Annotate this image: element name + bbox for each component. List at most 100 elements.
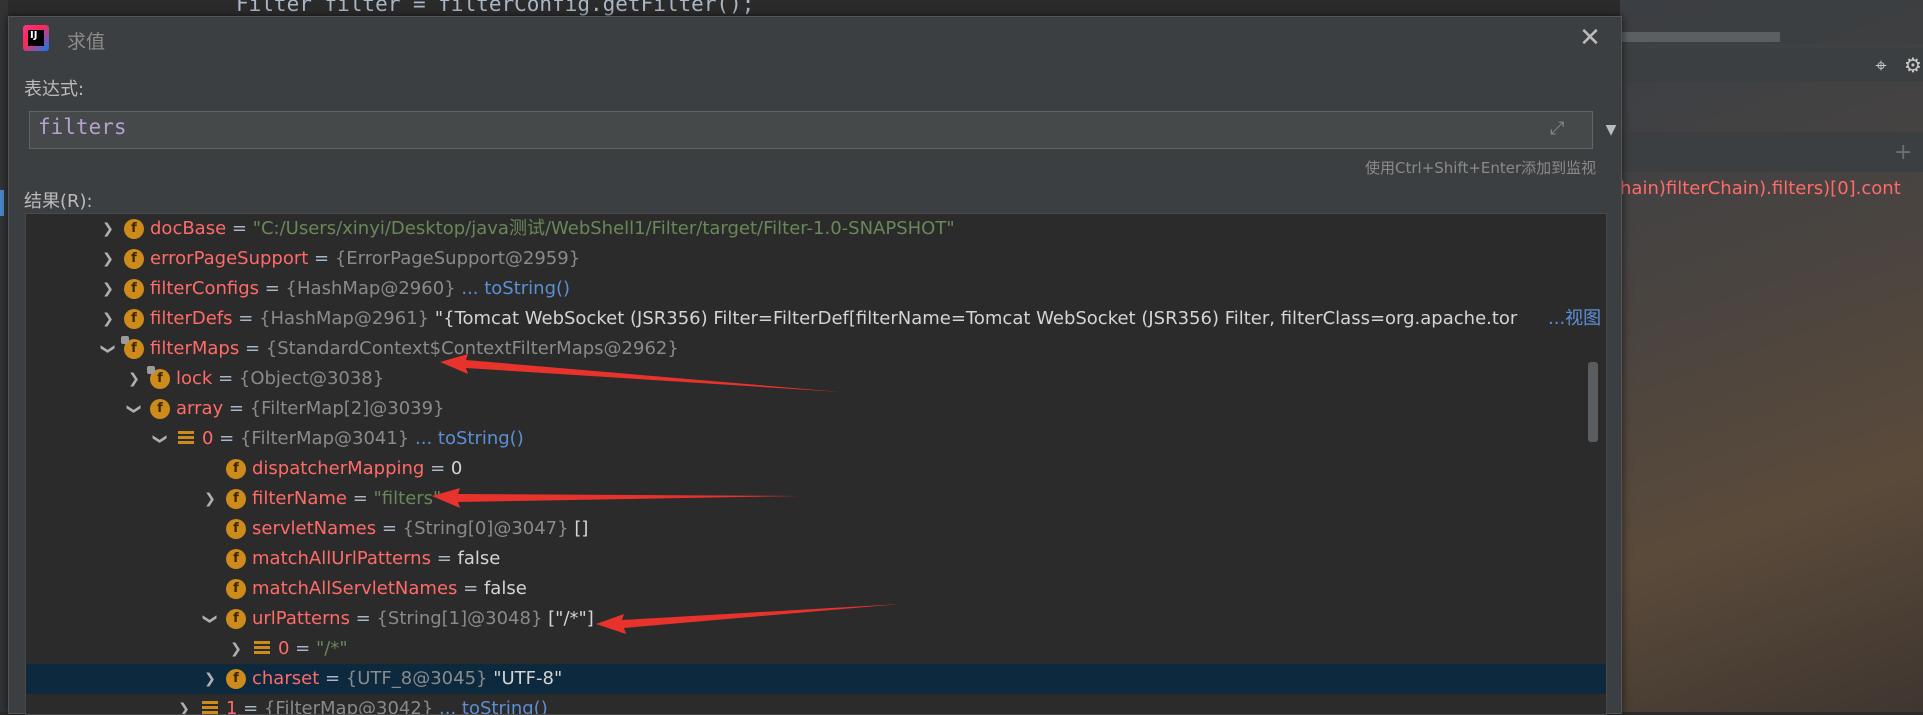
array-element-icon: [202, 701, 218, 714]
expand-icon[interactable]: ⤢: [1550, 118, 1564, 139]
expression-label: 表达式:: [24, 79, 85, 100]
field-icon: f: [226, 459, 246, 479]
tostring-link[interactable]: ... toString(): [415, 428, 524, 449]
add-watch-icon[interactable]: +: [1894, 140, 1912, 165]
field-name: 0: [202, 428, 214, 449]
ide-horizontal-scrollbar[interactable]: [1620, 32, 1780, 42]
tree-row[interactable]: ❯ f array = {FilterMap[2]@3039}: [26, 394, 1606, 424]
crosshair-icon[interactable]: ⌖: [1870, 54, 1892, 76]
field-name: docBase: [150, 218, 227, 239]
equals-sign: =: [223, 398, 250, 419]
collapse-arrow-icon[interactable]: ❯: [145, 431, 175, 447]
field-type: {StandardContext$ContextFilterMaps@2962}: [265, 338, 679, 359]
field-name: filterName: [252, 488, 347, 509]
tree-row[interactable]: f matchAllServletNames = false: [26, 574, 1606, 604]
array-element-icon: [178, 431, 194, 447]
field-type: {HashMap@2960}: [285, 278, 456, 299]
field-value: "{Tomcat WebSocket (JSR356) Filter=Filte…: [429, 308, 1518, 329]
equals-sign: =: [232, 308, 260, 329]
field-name: dispatcherMapping: [252, 458, 425, 479]
tree-row[interactable]: ❯ 0 = {FilterMap@3041} ... toString(): [26, 424, 1606, 454]
expand-arrow-icon[interactable]: ❯: [100, 244, 116, 274]
field-name: 1: [226, 698, 238, 715]
close-icon[interactable]: ✕: [1575, 23, 1605, 53]
watch-expression[interactable]: hain)filterChain).filters)[0].cont: [1620, 178, 1923, 199]
array-element-icon: [254, 641, 270, 657]
dialog-title: 求值: [67, 31, 106, 53]
gear-icon[interactable]: ⚙: [1902, 54, 1923, 76]
field-icon: f: [147, 366, 170, 389]
field-icon: f: [226, 579, 246, 599]
collapse-arrow-icon[interactable]: ❯: [119, 401, 149, 417]
tree-row[interactable]: ❯ f filterMaps = {StandardContext$Contex…: [26, 334, 1606, 364]
result-tree[interactable]: ❯ f docBase = "C:/Users/xinyi/Desktop/ja…: [25, 213, 1607, 715]
field-value: "/*": [315, 638, 348, 659]
expand-arrow-icon[interactable]: ❯: [100, 274, 116, 304]
field-name: 0: [278, 638, 290, 659]
equals-sign: =: [349, 608, 377, 629]
field-type: {ErrorPageSupport@2959}: [334, 248, 581, 269]
field-icon: f: [124, 249, 144, 269]
tree-row[interactable]: ❯ f errorPageSupport = {ErrorPageSupport…: [26, 244, 1606, 274]
code-text: Filter filter = filterConfig.getFilter()…: [236, 0, 755, 16]
tree-row[interactable]: f dispatcherMapping = 0: [26, 454, 1606, 484]
watch-panel-header: [1620, 132, 1923, 172]
ide-code-line: Filter filter = filterConfig.getFilter()…: [236, 0, 754, 16]
expression-input[interactable]: filters ⤢ ▼: [29, 111, 1616, 149]
collapse-arrow-icon[interactable]: ❯: [195, 611, 225, 627]
equals-sign: =: [457, 578, 484, 599]
tree-row-selected[interactable]: ❯ f charset = {UTF_8@3045} "UTF-8": [26, 664, 1606, 694]
tree-row[interactable]: ❯ 0 = "/*": [26, 634, 1606, 664]
field-icon: f: [124, 279, 144, 299]
field-icon: f: [226, 519, 246, 539]
tree-row[interactable]: ❯ f filterName = "filters": [26, 484, 1606, 514]
tree-row[interactable]: f matchAllUrlPatterns = false: [26, 544, 1606, 574]
add-to-watch-hint: 使用Ctrl+Shift+Enter添加到监视: [1365, 159, 1597, 177]
equals-sign: =: [308, 248, 335, 269]
tree-row[interactable]: ❯ f urlPatterns = {String[1]@3048} ["/*"…: [26, 604, 1606, 634]
field-name: array: [176, 398, 224, 419]
field-type: {String[0]@3047}: [402, 518, 569, 539]
tree-row[interactable]: f servletNames = {String[0]@3047} []: [26, 514, 1606, 544]
field-type: {String[1]@3048}: [376, 608, 543, 629]
equals-sign: =: [376, 518, 403, 539]
field-type: {UTF_8@3045}: [345, 668, 488, 689]
field-icon: f: [226, 489, 246, 509]
collapse-arrow-icon[interactable]: ❯: [93, 341, 123, 357]
expand-arrow-icon[interactable]: ❯: [228, 634, 244, 664]
field-icon: f: [124, 219, 144, 239]
tree-row[interactable]: ❯ f lock = {Object@3038}: [26, 364, 1606, 394]
field-name: matchAllUrlPatterns: [252, 548, 431, 569]
equals-sign: =: [259, 278, 286, 299]
expand-arrow-icon[interactable]: ❯: [100, 214, 116, 244]
dialog-title-bar[interactable]: IJ 求值 ✕: [9, 17, 1621, 61]
tree-row[interactable]: ❯ f filterConfigs = {HashMap@2960} ... t…: [26, 274, 1606, 304]
tree-vertical-scrollbar[interactable]: [1588, 362, 1598, 442]
field-value: ["/*"]: [542, 608, 594, 629]
equals-sign: =: [424, 458, 451, 479]
history-dropdown-button[interactable]: ▼: [1592, 112, 1629, 148]
tree-row[interactable]: ❯ f docBase = "C:/Users/xinyi/Desktop/ja…: [26, 214, 1606, 244]
equals-sign: =: [430, 548, 458, 569]
tostring-link[interactable]: ... toString(): [439, 698, 548, 714]
expand-arrow-icon[interactable]: ❯: [100, 304, 116, 334]
field-name: errorPageSupport: [150, 248, 309, 269]
ide-left-gutter: [0, 0, 8, 712]
field-icon: f: [150, 399, 170, 419]
field-name: charset: [252, 668, 320, 689]
field-name: filterDefs: [150, 308, 233, 329]
ide-right-panel: ⌖ ⚙ + hain)filterChain).filters)[0].cont: [1620, 0, 1923, 712]
field-value: "filters": [373, 488, 442, 509]
equals-sign: =: [226, 218, 253, 239]
equals-sign: =: [239, 338, 266, 359]
field-name: lock: [176, 368, 213, 389]
expand-arrow-icon[interactable]: ❯: [126, 364, 142, 394]
view-link[interactable]: ...视图: [1546, 304, 1602, 334]
expand-arrow-icon[interactable]: ❯: [202, 664, 218, 694]
field-icon: f: [226, 549, 246, 569]
tree-row[interactable]: ❯ f filterDefs = {HashMap@2961} "{Tomcat…: [26, 304, 1606, 334]
expand-arrow-icon[interactable]: ❯: [202, 484, 218, 514]
tostring-link[interactable]: ... toString(): [461, 278, 570, 299]
expression-value[interactable]: filters: [38, 115, 127, 139]
equals-sign: =: [237, 698, 264, 715]
